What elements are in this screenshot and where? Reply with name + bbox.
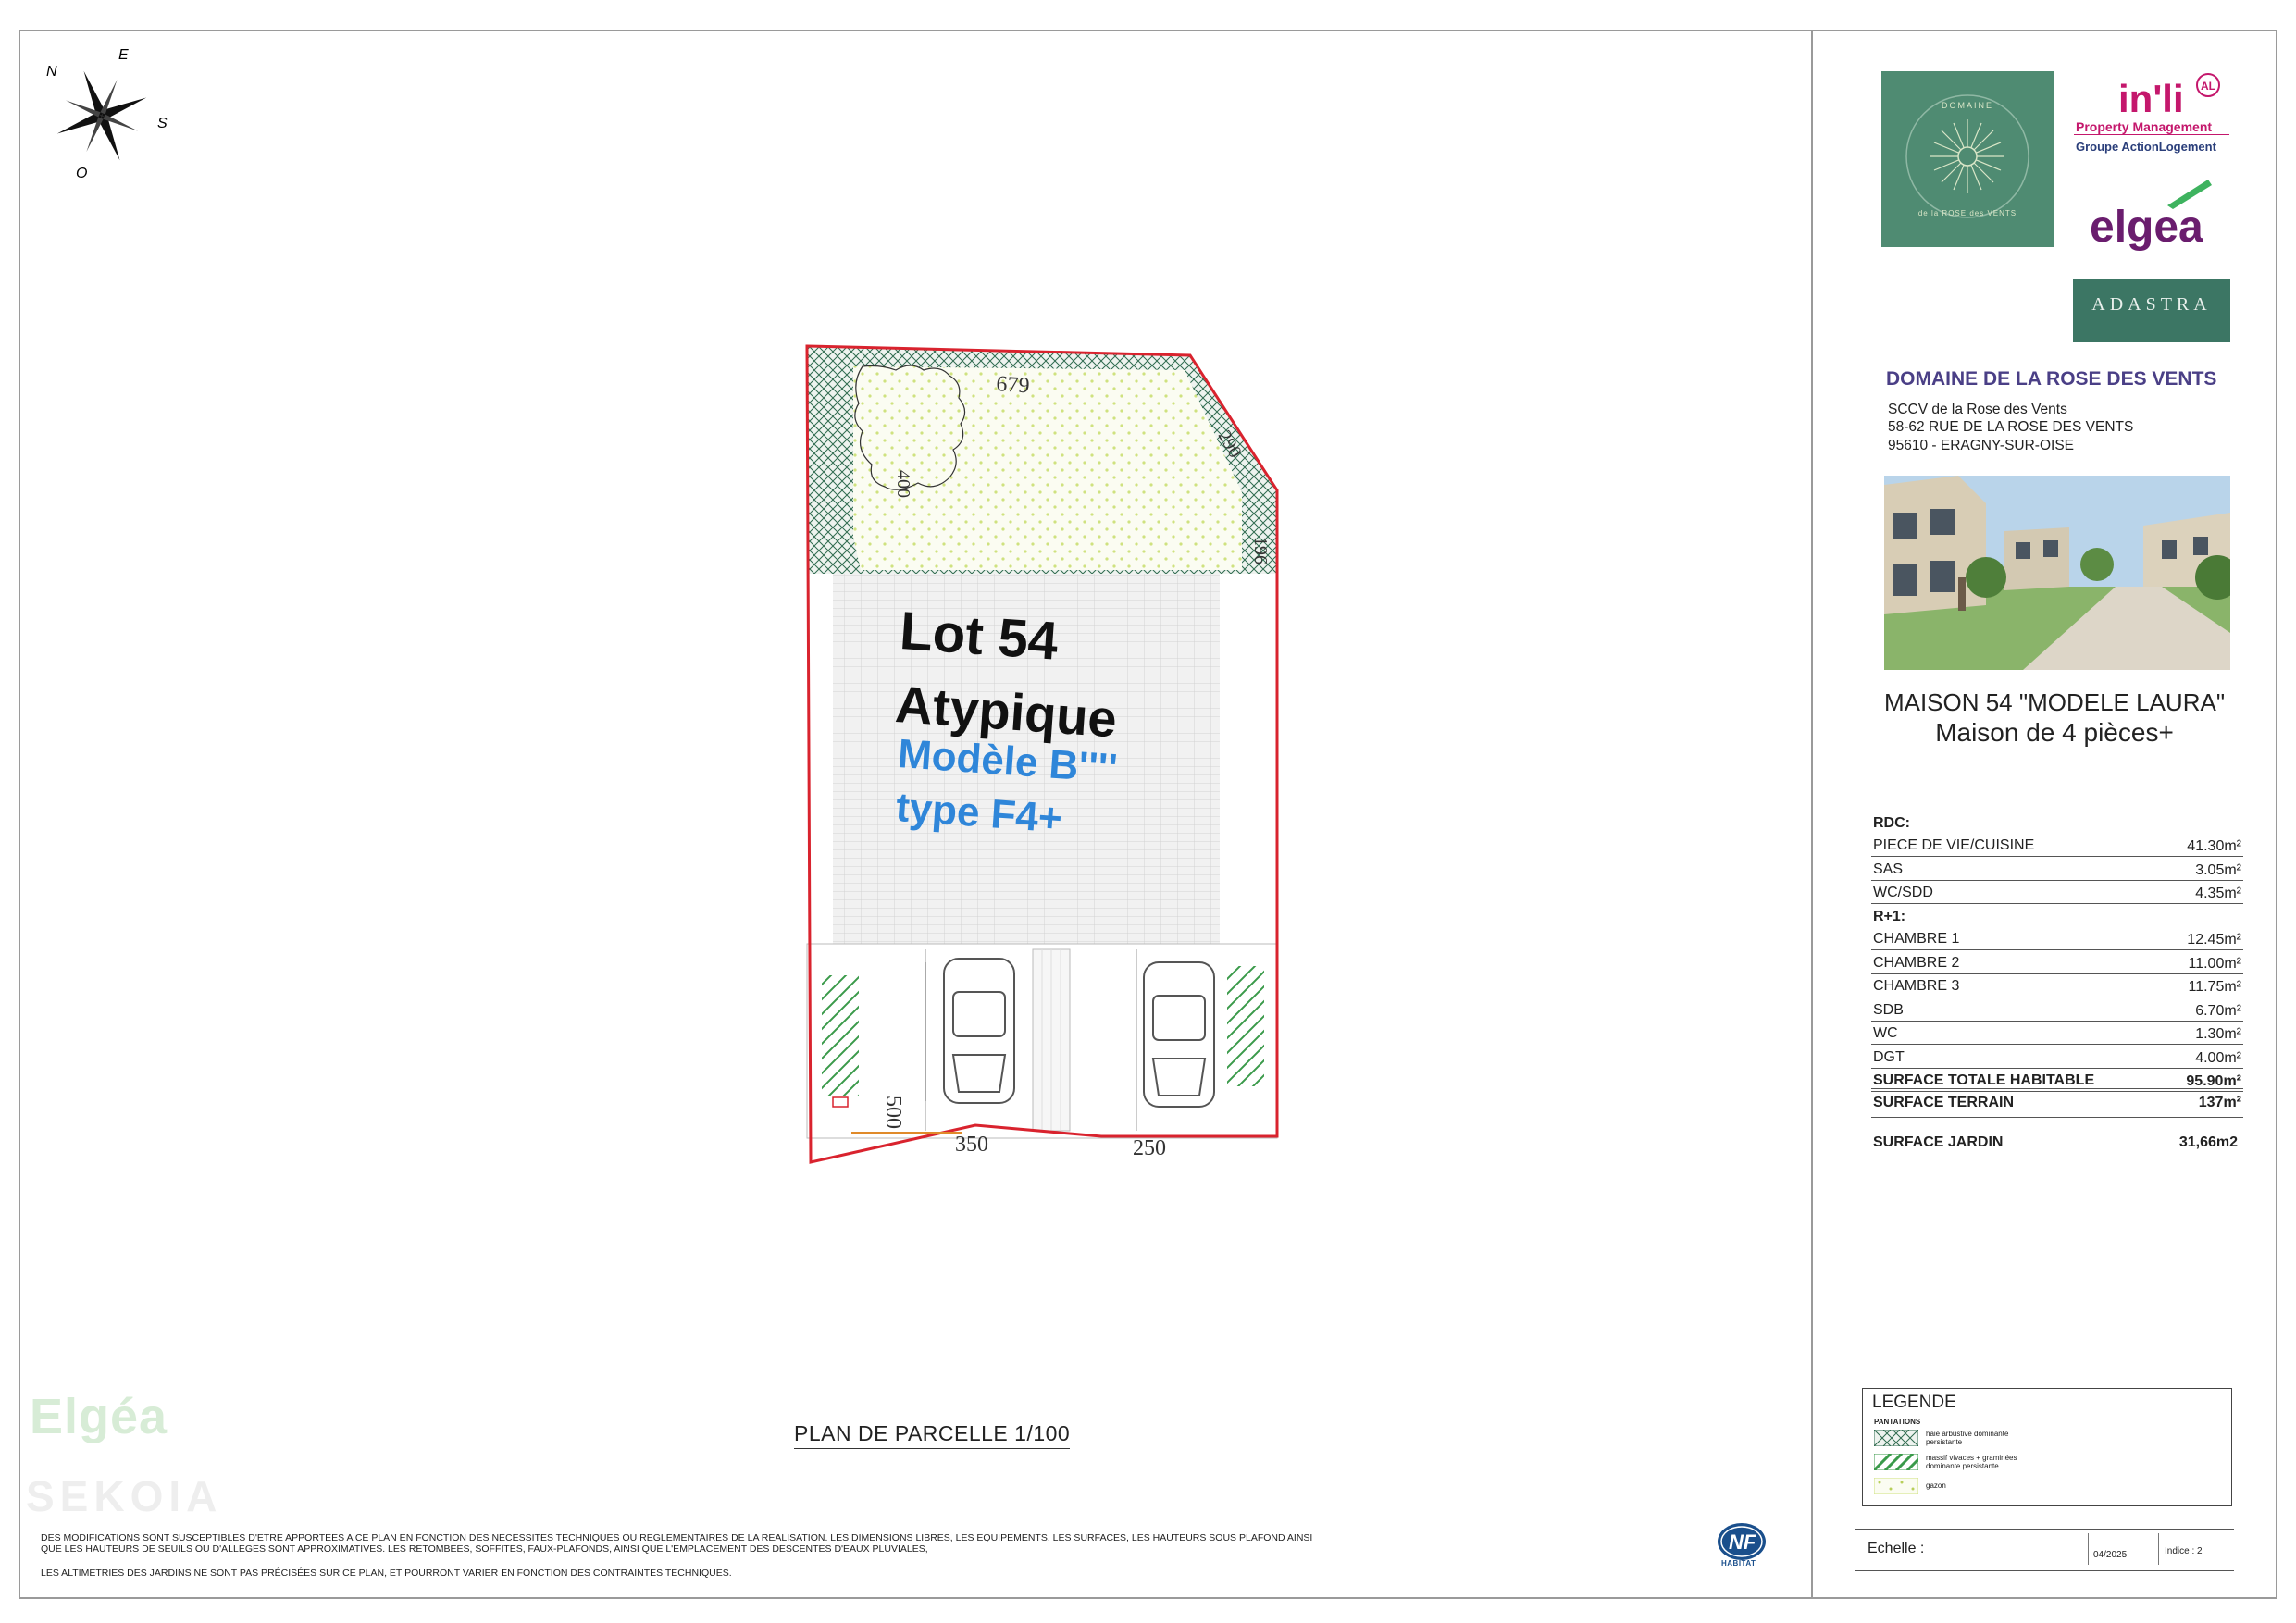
watermark-sub: SEKOIA [26,1472,223,1520]
dim-park-depth: 500 [881,1096,905,1129]
date-label: 04/2025 [2093,1550,2128,1560]
adastra-word: ADASTRA [2091,294,2212,315]
table-row: CHAMBRE 1 12.45m² [1871,927,2243,950]
row-value: 4.35m² [2195,886,2241,901]
surfaces-table: RDC: PIECE DE VIE/CUISINE 41.30m² SAS 3.05… [1871,811,2243,1092]
project-rendering-image [1884,476,2230,670]
legend-item-hedge: haie arbustive dominante persistante [1926,1430,2009,1446]
domaine-logo-top: DOMAINE [1942,101,1993,110]
row-label: CHAMBRE 1 [1873,931,1960,947]
legend-title: LEGENDE [1872,1393,1956,1412]
compass-o-label: O [76,166,87,181]
lot-title: Lot 54 [898,600,1061,672]
jardin-value: 31,66m2 [2178,1134,2238,1150]
r1-heading: R+1: [1871,904,2243,927]
house-subtitle: Maison de 4 pièces+ [1935,718,2174,747]
table-row: DGT 4.00m² [1871,1045,2243,1069]
table-row: CHAMBRE 2 11.00m² [1871,950,2243,974]
row-label: DGT [1873,1048,1905,1065]
domaine-sun-icon: DOMAINE de la ROSE des VENTS [1905,94,2029,218]
action-logement-badge-icon: AL [2196,73,2220,97]
inli-logo: in'li AL Property Management Groupe Acti… [2070,71,2229,155]
row-label: CHAMBRE 3 [1873,978,1960,994]
row-value: 41.30m² [2187,838,2241,854]
terrain-value: 137m² [2198,1095,2241,1110]
row-label: PIECE DE VIE/CUISINE [1873,837,2035,853]
row-value: 12.45m² [2187,932,2241,948]
nf-label: HABITAT [1721,1559,1756,1567]
row-value: 1.30m² [2195,1026,2241,1042]
inli-group: Groupe ActionLogement [2076,140,2216,154]
jardin-row: SURFACE JARDIN 31,66m2 [1871,1131,2243,1153]
dim-tree: 400 [893,470,913,498]
scale-label: Echelle : [1868,1541,1925,1556]
row-label: WC/SDD [1873,885,1933,900]
disclaimer-line-3: LES ALTIMETRIES DES JARDINS NE SONT PAS … [41,1567,732,1579]
compass-rose-icon: N E S O [46,47,168,181]
project-street: 58-62 RUE DE LA ROSE DES VENTS [1888,419,2134,435]
dim-side: 196 [1250,537,1271,564]
project-title: DOMAINE DE LA ROSE DES VENTS [1886,368,2217,390]
row-label: SAS [1873,861,1904,877]
domaine-logo: DOMAINE de la ROSE des VENTS [1881,71,2054,247]
legend-subtitle: PANTATIONS [1874,1418,1921,1426]
dim-park2: 250 [1133,1136,1166,1160]
legend-item-lawn: gazon [1926,1481,1946,1490]
row-label: WC [1873,1025,1898,1041]
disclaimer: DES MODIFICATIONS SONT SUSCEPTIBLES D'ET… [41,1532,1336,1555]
plan-caption: PLAN DE PARCELLE 1/100 [794,1421,1071,1449]
legend-item-massif: massif vivaces + graminées dominante per… [1926,1454,2017,1470]
massif-swatch-icon [1874,1454,1918,1470]
title-block-divider [2088,1533,2089,1565]
row-value: 6.70m² [2195,1002,2241,1019]
inli-pm: Property Management [2076,119,2213,134]
inli-divider [2074,134,2229,135]
adastra-logo: ADASTRA [2073,279,2230,342]
dim-park1: 350 [955,1133,988,1157]
dim-top: 679 [996,372,1031,398]
panel-divider [1811,30,1813,1599]
disclaimer-line-1: DES MODIFICATIONS SONT SUSCEPTIBLES D'ET… [41,1532,1313,1543]
watermark-brand: Elgéa [30,1389,168,1444]
elgea-logo: elgea [2090,178,2219,261]
house-title: MAISON 54 "MODELE LAURA" [1883,688,2226,716]
row-label: SDB [1873,1001,1904,1018]
table-row: WC 1.30m² [1871,1022,2243,1045]
compass-n-label: N [46,64,57,80]
terrain-label: SURFACE TERRAIN [1873,1095,2015,1110]
jardin-label: SURFACE JARDIN [1873,1134,2004,1150]
table-row: SAS 3.05m² [1871,857,2243,881]
inli-word: in'li [2118,77,2184,120]
hedge-swatch-icon [1874,1430,1918,1446]
row-value: 11.75m² [2188,979,2241,995]
compass-s-label: S [157,116,168,131]
table-row: PIECE DE VIE/CUISINE 41.30m² [1871,834,2243,857]
row-label: CHAMBRE 2 [1873,954,1960,971]
project-company: SCCV de la Rose des Vents [1888,402,2067,417]
r1-label: R+1: [1873,908,1906,924]
title-block-divider [2158,1533,2159,1565]
lawn-swatch-icon [1874,1478,1918,1494]
row-value: 4.00m² [2195,1049,2241,1066]
terrain-row: SURFACE TERRAIN 137m² [1871,1088,2243,1118]
legend: LEGENDE PANTATIONS haie arbustive domina… [1862,1388,2232,1506]
table-row: SDB 6.70m² [1871,997,2243,1022]
rdc-heading: RDC: [1871,811,2243,834]
row-value: 3.05m² [2195,861,2241,878]
indice-label: Indice : 2 [2165,1546,2203,1556]
title-block: Echelle : 04/2025 Indice : 2 [1855,1529,2234,1571]
domaine-logo-bottom: de la ROSE des VENTS [1918,209,2017,217]
table-row: WC/SDD 4.35m² [1871,881,2243,904]
row-value: 11.00m² [2188,955,2241,972]
disclaimer-line-2: QUE LES HAUTEURS DE SEUILS OU D'ALLEGES … [41,1543,928,1555]
nf-mark: NF [1729,1530,1756,1554]
rdc-label: RDC: [1873,814,1910,831]
inli-al: AL [2201,80,2215,93]
total-label: SURFACE TOTALE HABITABLE [1873,1072,2095,1088]
compass-e-label: E [118,47,129,63]
table-row: CHAMBRE 3 11.75m² [1871,974,2243,997]
elgea-word: elgea [2090,203,2203,252]
project-city: 95610 - ERAGNY-SUR-OISE [1888,438,2075,453]
